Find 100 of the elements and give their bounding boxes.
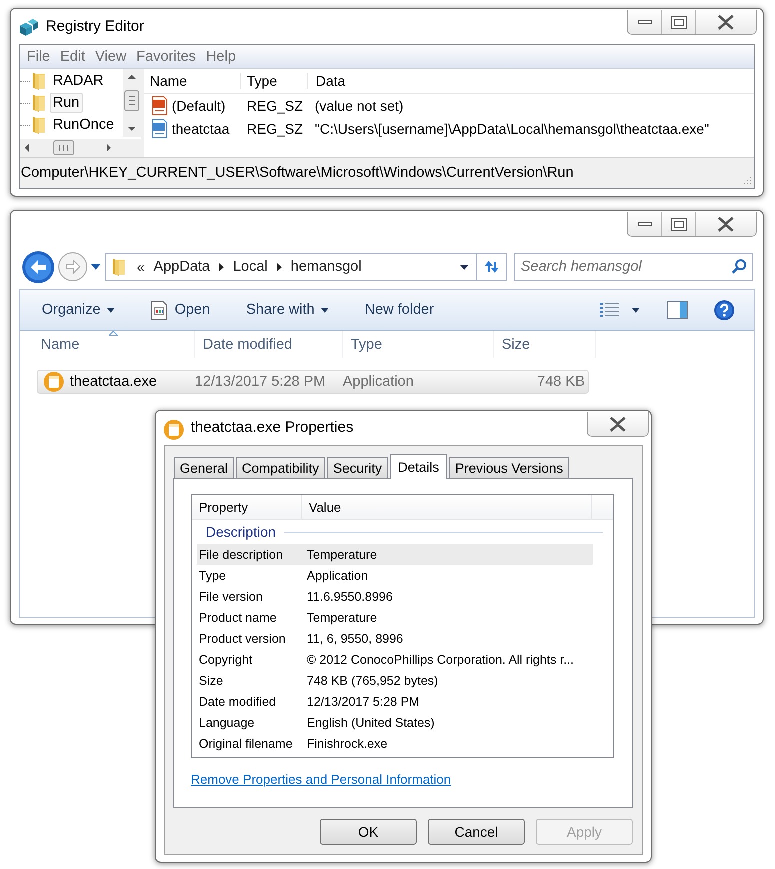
application-icon	[163, 419, 185, 441]
close-icon	[609, 416, 627, 432]
file-row[interactable]: theatctaa.exe 12/13/2017 5:28 PM Application 748 KB	[37, 370, 589, 394]
minimize-icon	[638, 221, 652, 227]
toolbar-button[interactable]: New folder	[346, 295, 452, 325]
details-view-icon	[600, 302, 619, 318]
help-icon[interactable]	[714, 300, 735, 320]
column-header[interactable]: Name	[20, 331, 195, 358]
property-name: Original filename	[198, 736, 294, 750]
chevron-icon[interactable]	[276, 262, 282, 272]
property-row[interactable]: File version 11.6.9550.8996	[197, 586, 593, 607]
dialog-button[interactable]: OK	[320, 819, 417, 845]
maximize-icon	[670, 16, 686, 28]
vertical-scrollbar[interactable]	[123, 69, 141, 137]
horizontal-scrollbar[interactable]	[20, 139, 141, 157]
tree-item[interactable]: RunOnce	[50, 115, 118, 135]
property-name: Size	[198, 674, 224, 688]
property-value: Temperature	[307, 548, 378, 562]
menu-item[interactable]: Favorites	[132, 48, 202, 64]
dropdown-arrow-icon[interactable]	[91, 264, 101, 270]
tab[interactable]: Security	[327, 457, 388, 478]
property-name: Copyright	[198, 652, 254, 666]
toolbar-button[interactable]: Share with	[228, 295, 347, 325]
menu-item[interactable]: Edit	[55, 48, 90, 64]
refresh-button[interactable]	[477, 253, 507, 281]
tab[interactable]: Compatibility	[236, 457, 326, 478]
column-header[interactable]: Size	[494, 331, 596, 358]
property-row[interactable]: Size 748 KB (765,952 bytes)	[197, 670, 593, 691]
maximize-icon	[670, 218, 686, 230]
property-row[interactable]: Original filename Finishrock.exe	[197, 733, 593, 754]
menu-item[interactable]: View	[90, 48, 132, 64]
property-row[interactable]: Date modified 12/13/2017 5:28 PM	[197, 691, 593, 712]
file-size: 748 KB	[536, 374, 586, 390]
folder-icon	[31, 72, 47, 90]
folder-icon	[31, 94, 47, 112]
maximize-button[interactable]	[662, 10, 696, 34]
value-data: "C:\Users\[username]\AppData\Local\hemansgol\theatctaa.exe"	[314, 120, 710, 136]
property-row[interactable]: Language English (United States)	[197, 712, 593, 733]
breadcrumb[interactable]: AppData	[154, 259, 210, 275]
close-icon	[717, 14, 735, 30]
minimize-button[interactable]	[628, 10, 662, 34]
value-data: (value not set)	[314, 98, 405, 114]
property-name: File version	[198, 590, 264, 604]
tab[interactable]: General	[174, 457, 234, 478]
property-name: Type	[198, 568, 228, 582]
property-row[interactable]: Product version 11, 6, 9550, 8996	[197, 628, 593, 649]
property-row[interactable]: File description Temperature	[197, 544, 593, 565]
property-row[interactable]: Copyright © 2012 ConocoPhillips Corporation. All rights r...	[197, 649, 593, 670]
property-name: Product version	[198, 632, 287, 646]
preview-pane-icon[interactable]	[667, 301, 688, 319]
search-icon[interactable]	[731, 259, 747, 275]
menu-item[interactable]: File	[22, 48, 56, 64]
overflow-chevron[interactable]: «	[137, 259, 145, 275]
tree-item[interactable]: Run	[50, 93, 83, 113]
column-header[interactable]: Value	[302, 495, 592, 519]
column-header[interactable]: Name	[144, 73, 240, 89]
address-bar[interactable]: « AppData Local hemansgol	[105, 253, 477, 281]
maximize-button[interactable]	[662, 212, 696, 236]
breadcrumb[interactable]: Local	[233, 259, 268, 275]
file-type: Application	[343, 374, 415, 390]
tab[interactable]: Details	[390, 454, 448, 479]
dropdown-arrow-icon	[632, 308, 640, 312]
chevron-icon[interactable]	[219, 262, 224, 272]
tab[interactable]: Previous Versions	[449, 457, 570, 478]
tree-item[interactable]: RADAR	[50, 71, 107, 91]
dialog-button[interactable]: Cancel	[428, 819, 525, 845]
toolbar-button[interactable]: Organize	[24, 295, 133, 325]
value-type: REG_SZ	[246, 120, 304, 136]
file-name: theatctaa.exe	[70, 374, 158, 390]
view-button[interactable]	[600, 302, 640, 318]
property-value: Temperature	[307, 610, 378, 624]
search-field[interactable]: Search hemansgol	[514, 253, 753, 281]
window-title: Registry Editor	[46, 18, 144, 35]
resize-grip-icon[interactable]	[741, 175, 752, 186]
menu-item[interactable]: Help	[201, 48, 242, 64]
toolbar-button[interactable]: Open	[132, 295, 228, 325]
column-header[interactable]: Date modified	[195, 331, 343, 358]
property-row[interactable]: Product name Temperature	[197, 607, 593, 628]
close-icon	[717, 216, 735, 232]
string-value-icon	[150, 118, 170, 138]
registry-icon	[18, 17, 40, 39]
column-header[interactable]: Type	[240, 73, 307, 89]
column-header[interactable]: Type	[343, 331, 494, 358]
back-button[interactable]	[22, 250, 55, 284]
remove-properties-link[interactable]: Remove Properties and Personal Information	[191, 772, 452, 787]
property-value: 748 KB (765,952 bytes)	[307, 674, 438, 688]
property-name: Date modified	[198, 694, 278, 708]
property-name: Product name	[198, 610, 278, 624]
column-header[interactable]: Data	[307, 73, 754, 89]
property-row[interactable]: Type Application	[197, 565, 593, 586]
column-header[interactable]: Property	[192, 495, 302, 519]
close-button[interactable]	[588, 412, 648, 436]
minimize-button[interactable]	[628, 212, 662, 236]
value-name: (Default)	[172, 98, 226, 114]
dropdown-arrow-icon[interactable]	[460, 264, 469, 270]
property-value: Finishrock.exe	[307, 736, 388, 750]
string-value-icon	[150, 96, 170, 116]
file-date: 12/13/2017 5:28 PM	[195, 374, 327, 390]
property-value: Application	[307, 568, 368, 582]
breadcrumb[interactable]: hemansgol	[290, 259, 362, 275]
